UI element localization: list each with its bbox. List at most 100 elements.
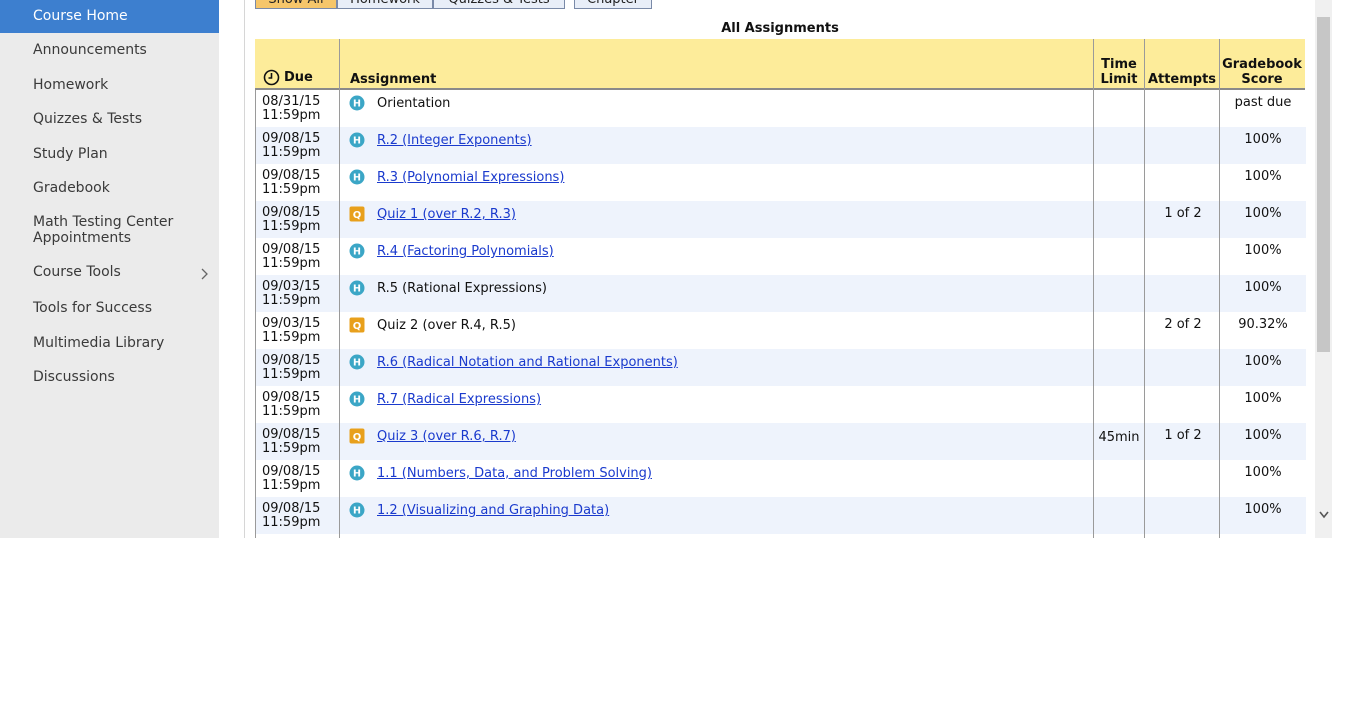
scrollbar-thumb[interactable] <box>1317 17 1330 352</box>
due-date: 09/08/15 <box>262 427 321 442</box>
sidebar-item-homework[interactable]: Homework <box>0 77 219 97</box>
svg-text:H: H <box>353 358 361 369</box>
due-date: 09/08/15 <box>262 501 321 516</box>
quiz-type-icon: Q <box>349 317 365 333</box>
due-date: 09/08/15 <box>262 464 321 479</box>
table-row: 09/08/15 11:59pm H R.6 (Radical Notation an… <box>256 349 1306 386</box>
gradebook-score-cell: 100% <box>1244 169 1282 184</box>
due-date-cell: 09/08/15 11:59pm <box>262 243 320 271</box>
due-time: 11:59pm <box>262 330 321 345</box>
table-row: 09/08/15 11:59pm Q Quiz 3 (over R.6, R.7) 45… <box>256 423 1306 460</box>
quiz-type-icon: Q <box>349 428 365 444</box>
due-time: 11:59pm <box>262 108 321 123</box>
due-date: 08/31/15 <box>262 94 321 109</box>
gradebook-score-cell: 100% <box>1244 280 1282 295</box>
due-date-cell: 09/08/15 11:59pm <box>262 428 320 456</box>
gradebook-score-column-header: Gradebook Score <box>1219 57 1305 87</box>
sidebar-item-label: Homework <box>33 77 109 93</box>
due-time: 11:59pm <box>262 293 321 308</box>
svg-text:H: H <box>353 395 361 406</box>
sidebar-item-math-testing-center[interactable]: Math Testing Center Appointments <box>0 214 219 248</box>
column-divider <box>1144 39 1145 538</box>
sidebar-item-gradebook[interactable]: Gradebook <box>0 180 219 200</box>
gradebook-header-line2: Score <box>1241 72 1283 87</box>
assignment-link[interactable]: R.2 (Integer Exponents) <box>377 134 532 148</box>
due-time: 11:59pm <box>262 515 321 530</box>
svg-text:H: H <box>353 173 361 184</box>
due-time: 11:59pm <box>262 478 321 493</box>
gradebook-score-cell: 100% <box>1244 502 1282 517</box>
sidebar-item-quizzes-tests[interactable]: Quizzes & Tests <box>0 111 219 131</box>
assignment-link[interactable]: R.4 (Factoring Polynomials) <box>377 245 554 259</box>
gradebook-score-cell: past due <box>1234 95 1292 110</box>
svg-text:H: H <box>353 469 361 480</box>
table-row: 09/08/15 11:59pm H R.2 (Integer Exponents) 1… <box>256 127 1306 164</box>
sidebar-item-label: Quizzes & Tests <box>33 111 143 127</box>
assignment-link[interactable]: Quiz 1 (over R.2, R.3) <box>377 208 516 222</box>
homework-type-icon: H <box>349 169 365 185</box>
svg-text:H: H <box>353 506 361 517</box>
assignments-table-body: 08/31/15 11:59pm H Orientation past due 09/08… <box>255 90 1306 538</box>
table-title: All Assignments <box>721 21 839 36</box>
homework-filter-button[interactable]: Homework <box>337 0 433 9</box>
quizzes-tests-filter-button[interactable]: Quizzes & Tests <box>433 0 565 9</box>
table-row: 09/08/15 11:59pm H R.3 (Polynomial Expressi… <box>256 164 1306 201</box>
due-date-cell: 09/08/15 11:59pm <box>262 206 320 234</box>
sidebar-item-course-home[interactable]: Course Home <box>0 0 219 33</box>
show-all-filter-button[interactable]: Show All <box>255 0 337 9</box>
due-date: 09/08/15 <box>262 131 321 146</box>
scroll-down-arrow-icon[interactable] <box>1318 508 1330 522</box>
assignment-column-header[interactable]: Assignment <box>350 72 436 87</box>
table-row: 09/08/15 11:59pm H 1.1 (Numbers, Data, and … <box>256 460 1306 497</box>
sidebar-item-label: Study Plan <box>33 146 108 162</box>
sidebar-item-discussions[interactable]: Discussions <box>0 369 219 389</box>
sidebar-item-study-plan[interactable]: Study Plan <box>0 146 219 166</box>
sidebar-item-tools-for-success[interactable]: Tools for Success <box>0 300 219 320</box>
due-time: 11:59pm <box>262 256 321 271</box>
attempts-cell: 1 of 2 <box>1164 428 1202 443</box>
gradebook-score-cell: 100% <box>1244 206 1282 221</box>
due-date: 09/08/15 <box>262 168 321 183</box>
due-date-cell: 09/03/15 11:59pm <box>262 317 320 345</box>
assignment-link[interactable]: 1.2 (Visualizing and Graphing Data) <box>377 504 609 518</box>
due-time: 11:59pm <box>262 404 321 419</box>
sidebar-item-label: Course Home <box>33 8 128 24</box>
gradebook-score-cell: 100% <box>1244 243 1282 258</box>
due-time: 11:59pm <box>262 367 321 382</box>
assignment-link[interactable]: R.3 (Polynomial Expressions) <box>377 171 564 185</box>
time-limit-cell: 45min <box>1098 430 1140 445</box>
due-date-cell: 09/08/15 11:59pm <box>262 169 320 197</box>
due-date-cell: 09/08/15 11:59pm <box>262 354 320 382</box>
due-date-cell: 09/08/15 11:59pm <box>262 132 320 160</box>
assignment-link[interactable]: R.7 (Radical Expressions) <box>377 393 541 407</box>
attempts-cell: 1 of 2 <box>1164 206 1202 221</box>
attempts-cell: 2 of 2 <box>1164 317 1202 332</box>
column-divider <box>1093 39 1094 538</box>
assignment-link[interactable]: 1.1 (Numbers, Data, and Problem Solving) <box>377 467 652 481</box>
table-row: 09/03/15 11:59pm Q Quiz 2 (over R.4, R.5) 2 … <box>256 312 1306 349</box>
gradebook-score-cell: 100% <box>1244 354 1282 369</box>
svg-text:Q: Q <box>353 210 362 221</box>
due-date-cell: 09/08/15 11:59pm <box>262 502 320 530</box>
time-limit-header-line1: Time <box>1101 57 1137 72</box>
due-date: 09/03/15 <box>262 316 321 331</box>
sidebar-item-announcements[interactable]: Announcements <box>0 42 219 62</box>
chapter-filter-button[interactable]: Chapter <box>574 0 652 9</box>
svg-text:H: H <box>353 284 361 295</box>
assignment-name: Orientation <box>377 96 451 111</box>
sidebar-item-course-tools[interactable]: Course Tools <box>0 264 219 284</box>
assignment-link[interactable]: Quiz 3 (over R.6, R.7) <box>377 430 516 444</box>
due-column-header[interactable]: Due <box>284 70 313 85</box>
homework-type-icon: H <box>349 95 365 111</box>
table-row: 09/08/15 11:59pm H R.4 (Factoring Polynomia… <box>256 238 1306 275</box>
homework-type-icon: H <box>349 354 365 370</box>
svg-text:H: H <box>353 136 361 147</box>
sidebar-item-multimedia-library[interactable]: Multimedia Library <box>0 335 219 355</box>
sidebar-item-label: Math Testing Center Appointments <box>33 214 174 246</box>
assignment-link[interactable]: R.6 (Radical Notation and Rational Expon… <box>377 356 678 370</box>
table-row: 08/31/15 11:59pm H Orientation past due <box>256 90 1306 127</box>
time-limit-column-header: Time Limit <box>1094 57 1144 87</box>
svg-text:H: H <box>353 99 361 110</box>
homework-type-icon: H <box>349 280 365 296</box>
attempts-column-header: Attempts <box>1147 72 1217 87</box>
